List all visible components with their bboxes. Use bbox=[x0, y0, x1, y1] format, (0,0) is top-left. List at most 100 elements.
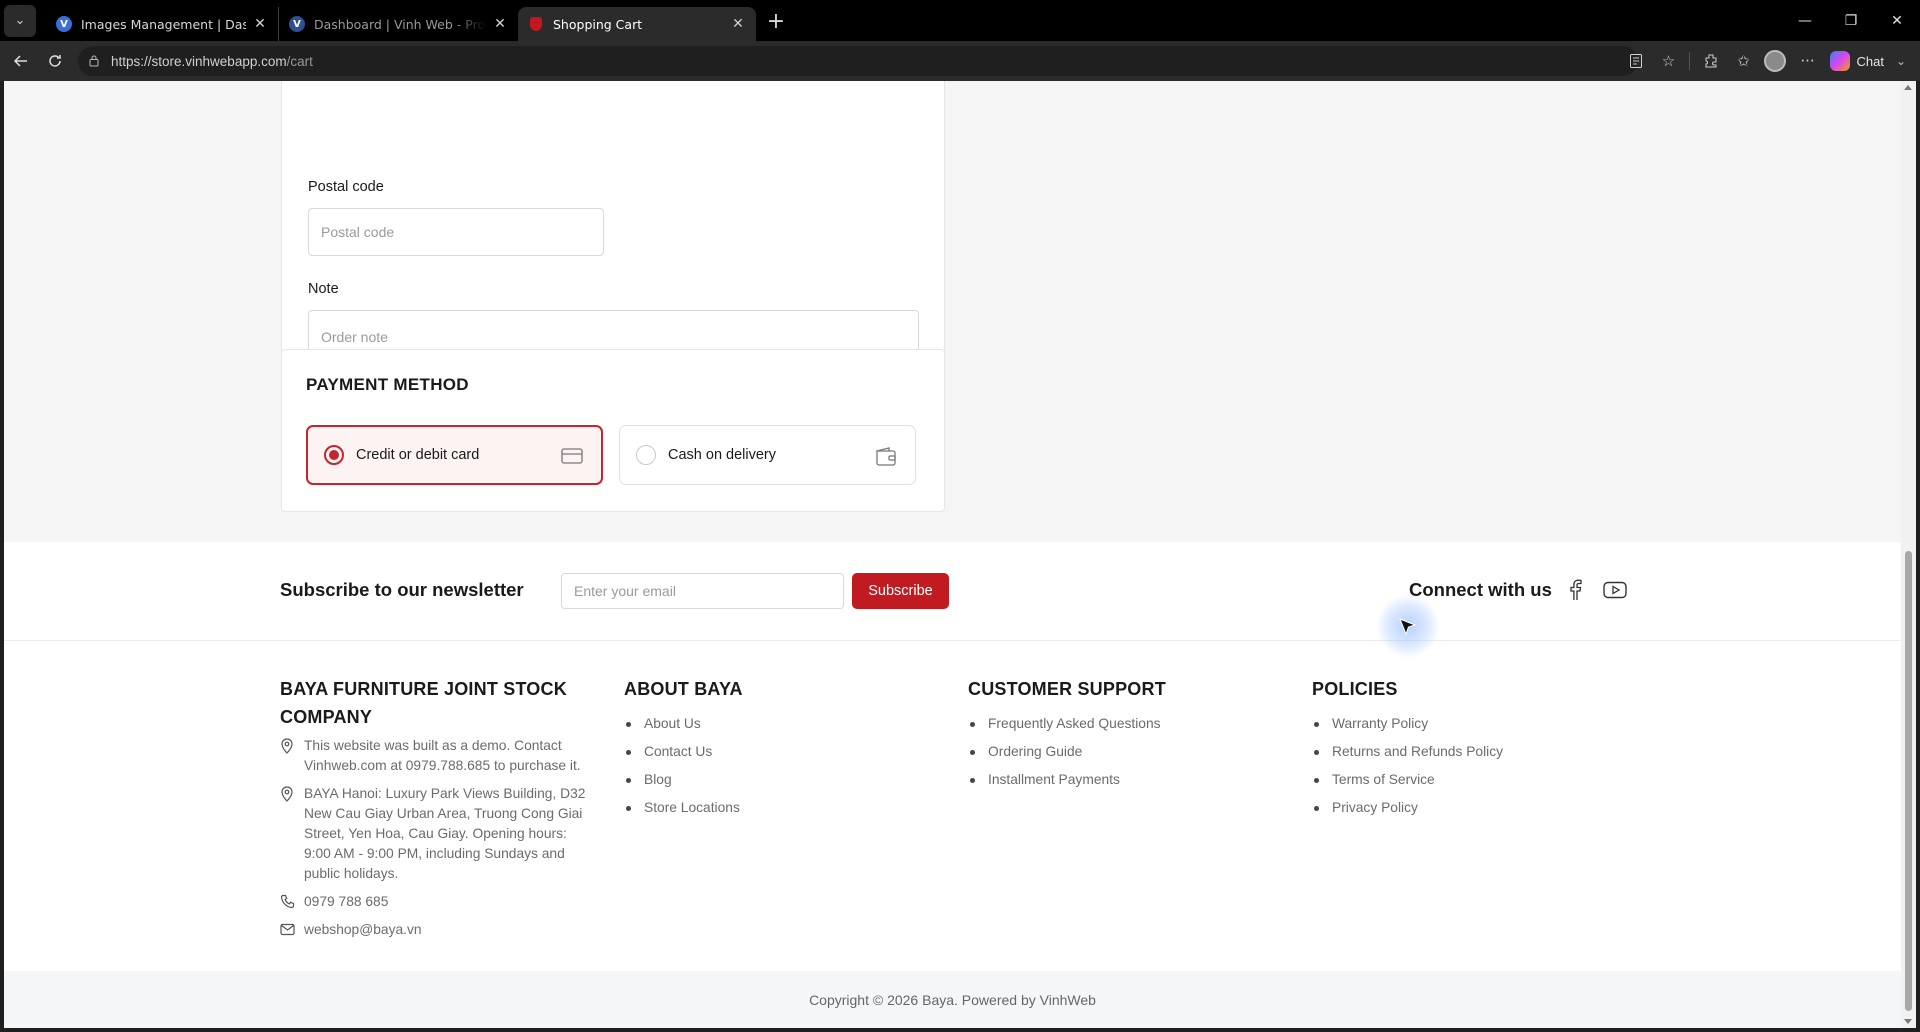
close-window-icon[interactable]: ✕ bbox=[1874, 0, 1920, 41]
window-controls: — ❐ ✕ bbox=[1782, 0, 1920, 41]
minimize-icon[interactable]: — bbox=[1782, 0, 1828, 41]
postal-code-label: Postal code bbox=[308, 179, 384, 195]
postal-code-input[interactable]: Postal code bbox=[308, 208, 604, 256]
profile-avatar[interactable] bbox=[1760, 46, 1790, 76]
payment-option-card[interactable]: Credit or debit card bbox=[306, 425, 603, 485]
payment-option-cod[interactable]: Cash on delivery bbox=[619, 425, 916, 485]
extensions-icon[interactable] bbox=[1696, 46, 1726, 76]
reading-view-icon[interactable] bbox=[1621, 46, 1651, 76]
tab-title: Dashboard | Vinh Web - Professional bbox=[314, 16, 486, 32]
connect-title: Connect with us bbox=[1409, 579, 1552, 600]
policies-links: Warranty Policy Returns and Refunds Poli… bbox=[1312, 714, 1503, 826]
payment-method-card: PAYMENT METHOD Credit or debit card Cash… bbox=[281, 349, 945, 512]
mouse-cursor-icon bbox=[1399, 618, 1417, 636]
tab-title: Images Management | Dashboard bbox=[81, 16, 246, 32]
chevron-down-icon: ⌄ bbox=[14, 13, 26, 28]
info-text: 0979 788 685 bbox=[304, 894, 389, 909]
url-path: /cart bbox=[286, 53, 313, 69]
vinhweb-icon: V bbox=[56, 16, 72, 32]
footer-link[interactable]: Privacy Policy bbox=[1312, 798, 1503, 826]
footer-link[interactable]: Ordering Guide bbox=[968, 742, 1161, 770]
email-placeholder: Enter your email bbox=[574, 583, 676, 599]
about-links: About Us Contact Us Blog Store Locations bbox=[624, 714, 740, 826]
plus-icon: + bbox=[766, 9, 786, 34]
close-icon[interactable]: ✕ bbox=[252, 16, 268, 32]
footer-link[interactable]: Store Locations bbox=[624, 798, 740, 826]
youtube-icon[interactable] bbox=[1603, 578, 1627, 602]
page-scrollbar[interactable] bbox=[1901, 81, 1916, 1028]
newsletter-email-input[interactable]: Enter your email bbox=[561, 573, 844, 609]
scroll-down-arrow-icon[interactable] bbox=[1904, 1019, 1912, 1024]
tab-strip: ⌄ V Images Management | Dashboard ✕ V Da… bbox=[0, 0, 1920, 41]
browser-toolbar: ☆ ✩ ··· Chat ⌄ bbox=[1621, 46, 1912, 76]
location-icon bbox=[280, 786, 294, 808]
radio-unselected[interactable] bbox=[636, 445, 656, 465]
footer-link[interactable]: Contact Us bbox=[624, 742, 740, 770]
payment-option-label: Cash on delivery bbox=[668, 447, 776, 463]
scroll-up-arrow-icon[interactable] bbox=[1904, 85, 1912, 90]
more-options-icon[interactable]: ··· bbox=[1792, 46, 1822, 76]
tab-dashboard-vinhweb[interactable]: V Dashboard | Vinh Web - Professional ✕ bbox=[278, 7, 518, 41]
company-info-phone[interactable]: 0979 788 685 bbox=[280, 892, 590, 912]
footer-link[interactable]: Blog bbox=[624, 770, 740, 798]
company-title: BAYA FURNITURE JOINT STOCK COMPANY bbox=[280, 679, 567, 727]
tab-shopping-cart[interactable]: Shopping Cart ✕ bbox=[518, 7, 756, 41]
newsletter-bar: Subscribe to our newsletter Enter your e… bbox=[4, 542, 1901, 641]
location-icon bbox=[280, 738, 294, 760]
favorite-star-icon[interactable]: ☆ bbox=[1653, 46, 1683, 76]
new-tab-button[interactable]: + bbox=[760, 6, 792, 38]
info-text: BAYA Hanoi: Luxury Park Views Building, … bbox=[304, 786, 586, 881]
tab-title: Shopping Cart bbox=[553, 16, 643, 32]
refresh-button[interactable] bbox=[38, 44, 72, 78]
arrow-left-icon bbox=[13, 55, 27, 67]
footer-link[interactable]: About Us bbox=[624, 714, 740, 742]
address-bar-row: https://store.vinhwebapp.com/cart ☆ ✩ ··… bbox=[0, 41, 1920, 81]
postal-code-placeholder: Postal code bbox=[321, 224, 395, 240]
footer-link[interactable]: Warranty Policy bbox=[1312, 714, 1503, 742]
note-label: Note bbox=[308, 281, 339, 297]
tab-actions-menu-button[interactable]: ⌄ bbox=[4, 4, 36, 37]
footer-link[interactable]: Returns and Refunds Policy bbox=[1312, 742, 1503, 770]
company-info-email[interactable]: webshop@baya.vn bbox=[280, 920, 590, 940]
payment-option-label: Credit or debit card bbox=[356, 447, 480, 463]
tab-images-management[interactable]: V Images Management | Dashboard ✕ bbox=[46, 7, 278, 41]
footer-link[interactable]: Frequently Asked Questions bbox=[968, 714, 1161, 742]
back-button[interactable] bbox=[4, 44, 38, 78]
facebook-icon[interactable] bbox=[1563, 578, 1587, 602]
lock-icon bbox=[88, 54, 102, 68]
about-title: ABOUT BAYA bbox=[624, 679, 743, 699]
phone-icon bbox=[280, 894, 295, 915]
vinhweb-icon: V bbox=[289, 16, 305, 32]
subscribe-button[interactable]: Subscribe bbox=[852, 573, 949, 609]
close-icon[interactable]: ✕ bbox=[492, 16, 508, 32]
payment-method-title: PAYMENT METHOD bbox=[306, 375, 469, 394]
footer-link[interactable]: Terms of Service bbox=[1312, 770, 1503, 798]
copyright-text: Copyright © 2026 Baya. Powered by VinhWe… bbox=[809, 991, 1096, 1008]
refresh-icon bbox=[49, 55, 61, 67]
url-host: https://store.vinhwebapp.com bbox=[111, 53, 287, 69]
mail-icon bbox=[280, 922, 295, 942]
close-icon[interactable]: ✕ bbox=[730, 16, 746, 32]
newsletter-title: Subscribe to our newsletter bbox=[280, 579, 524, 600]
chat-label: Chat bbox=[1856, 53, 1884, 69]
restore-icon[interactable]: ❐ bbox=[1828, 0, 1874, 41]
url-field[interactable]: https://store.vinhwebapp.com/cart bbox=[78, 46, 1638, 76]
policies-title: POLICIES bbox=[1312, 679, 1398, 699]
support-title: CUSTOMER SUPPORT bbox=[968, 679, 1166, 699]
copyright-bar: Copyright © 2026 Baya. Powered by VinhWe… bbox=[4, 971, 1901, 1028]
order-note-placeholder: Order note bbox=[321, 329, 388, 345]
copilot-icon bbox=[1830, 51, 1851, 71]
support-links: Frequently Asked Questions Ordering Guid… bbox=[968, 714, 1161, 798]
wallet-icon bbox=[875, 446, 897, 470]
favorites-icon[interactable]: ✩ bbox=[1728, 46, 1758, 76]
copilot-chat-button[interactable]: Chat ⌄ bbox=[1824, 51, 1912, 71]
company-info-address: BAYA Hanoi: Luxury Park Views Building, … bbox=[280, 784, 590, 884]
footer-link[interactable]: Installment Payments bbox=[968, 770, 1161, 798]
site-footer: BAYA FURNITURE JOINT STOCK COMPANY This … bbox=[4, 641, 1901, 971]
credit-card-icon bbox=[561, 447, 583, 469]
company-info-demo: This website was built as a demo. Contac… bbox=[280, 736, 590, 776]
chevron-down-icon: ⌄ bbox=[1895, 54, 1906, 68]
radio-selected[interactable] bbox=[324, 445, 344, 465]
scrollbar-thumb[interactable] bbox=[1905, 551, 1912, 1011]
info-text: webshop@baya.vn bbox=[304, 922, 422, 937]
